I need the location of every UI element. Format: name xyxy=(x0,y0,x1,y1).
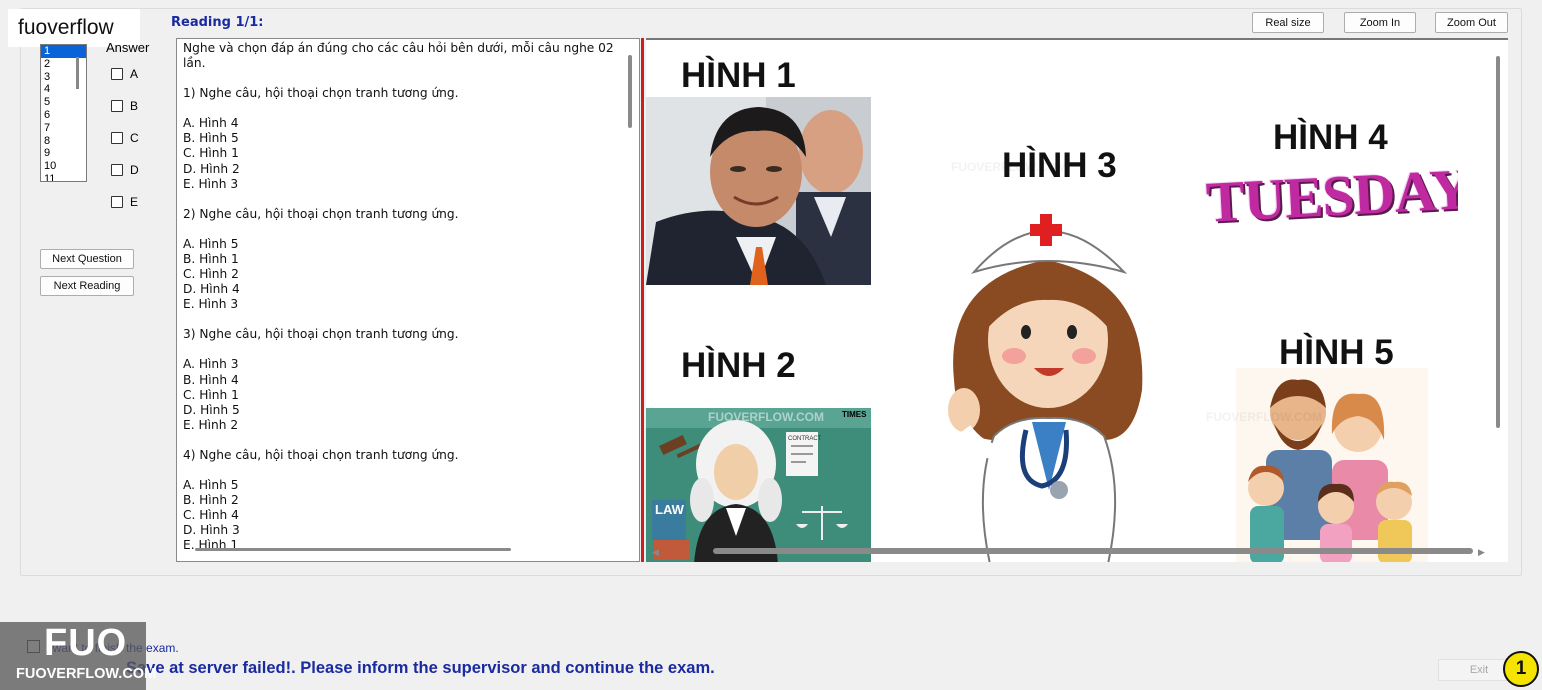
status-message: Save at server failed!. Please inform th… xyxy=(126,659,715,677)
question-list-item[interactable]: 2 xyxy=(41,58,86,71)
question-listbox[interactable]: 1 2 3 4 5 6 7 8 9 10 11 xyxy=(40,44,87,182)
question-list-item[interactable]: 1 xyxy=(41,45,86,58)
question-option: C. Hình 4 xyxy=(183,508,239,523)
answer-option-d[interactable]: D xyxy=(111,163,139,177)
question-option: B. Hình 5 xyxy=(183,131,239,146)
answer-option-e[interactable]: E xyxy=(111,195,138,209)
times-logo-text: TIMES xyxy=(842,410,867,419)
image-watermark: FUOVERFLOW.COM xyxy=(1206,410,1322,424)
picture-watermark: FUOVERFLOW.COM xyxy=(708,410,824,424)
question-option: C. Hình 1 xyxy=(183,146,239,161)
question-option: A. Hình 4 xyxy=(183,116,239,131)
question-option: E. Hình 3 xyxy=(183,176,239,191)
picture-label-1: HÌNH 1 xyxy=(681,56,796,95)
judge-illustration: LAW CONTRACT TIMES FUOVERFLOW.COM xyxy=(646,408,871,562)
answer-option-label: D xyxy=(130,163,139,177)
answer-option-label: E xyxy=(130,195,139,209)
question-option: C. Hình 1 xyxy=(183,387,239,402)
question-list-item[interactable]: 4 xyxy=(41,83,86,96)
answer-label: Answer xyxy=(106,40,150,55)
tuesday-text: TUESDAY xyxy=(1204,156,1458,232)
reading-question-block: 3) Nghe câu, hội thoại chọn tranh tương … xyxy=(183,327,627,433)
image-vertical-scrollbar[interactable] xyxy=(1496,56,1500,428)
question-text: 1) Nghe câu, hội thoại chọn tranh tương … xyxy=(183,86,459,101)
reading-intro: Nghe và chọn đáp án đúng cho các câu hỏi… xyxy=(183,41,614,71)
question-list-item[interactable]: 11 xyxy=(41,173,86,181)
logo-small-text: FUOVERFLOW.COM xyxy=(16,666,157,682)
question-text: 3) Nghe câu, hội thoại chọn tranh tương … xyxy=(183,327,459,342)
photo-businessmen xyxy=(646,97,871,285)
scroll-left-arrow-icon[interactable]: ◀ xyxy=(652,547,659,558)
picture-label-4: HÌNH 4 xyxy=(1273,118,1388,157)
family-illustration xyxy=(1236,368,1428,562)
question-option: E. Hình 3 xyxy=(183,297,239,312)
nurse-illustration xyxy=(934,190,1164,562)
question-image-panel[interactable]: HÌNH 1 HÌNH 2 HÌNH 3 HÌNH 4 HÌNH 5 LAW C… xyxy=(646,38,1508,562)
question-option: B. Hình 2 xyxy=(183,493,239,508)
reading-text-panel[interactable]: Nghe và chọn đáp án đúng cho các câu hỏi… xyxy=(176,38,640,562)
reading-question-block: 1) Nghe câu, hội thoại chọn tranh tương … xyxy=(183,86,627,192)
question-option: D. Hình 2 xyxy=(183,161,240,176)
zoom-out-button[interactable]: Zoom Out xyxy=(1435,12,1508,33)
picture-label-5: HÌNH 5 xyxy=(1279,333,1394,372)
image-horizontal-scrollbar[interactable] xyxy=(713,548,1473,554)
question-option: A. Hình 5 xyxy=(183,236,239,251)
question-list-item[interactable]: 7 xyxy=(41,122,86,135)
question-option: E. Hình 2 xyxy=(183,417,239,432)
answer-option-b[interactable]: B xyxy=(111,99,138,113)
question-list-item[interactable]: 8 xyxy=(41,135,86,148)
question-option: C. Hình 2 xyxy=(183,267,239,282)
image-watermark: FUOVERFLOW.COM xyxy=(951,160,1067,174)
question-text: 4) Nghe câu, hội thoại chọn tranh tương … xyxy=(183,447,459,462)
question-list-item[interactable]: 6 xyxy=(41,109,86,122)
answer-option-c[interactable]: C xyxy=(111,131,139,145)
question-option: D. Hình 4 xyxy=(183,282,240,297)
scroll-right-arrow-icon[interactable]: ▶ xyxy=(1478,547,1485,558)
question-list-item[interactable]: 9 xyxy=(41,147,86,160)
reading-vertical-scrollbar[interactable] xyxy=(628,55,632,128)
question-text: 2) Nghe câu, hội thoại chọn tranh tương … xyxy=(183,206,459,221)
question-option: A. Hình 3 xyxy=(183,357,239,372)
law-book-text: LAW xyxy=(655,502,684,517)
logo-big-text: FUO xyxy=(44,622,128,664)
answer-checkbox[interactable] xyxy=(111,132,123,144)
reading-title: Reading 1/1: xyxy=(171,15,264,30)
question-option: D. Hình 3 xyxy=(183,523,240,538)
answer-option-label: B xyxy=(130,99,139,113)
number-badge: 1 xyxy=(1503,651,1539,687)
zoom-in-button[interactable]: Zoom In xyxy=(1344,12,1416,33)
answer-checkbox[interactable] xyxy=(111,196,123,208)
reading-question-block: 2) Nghe câu, hội thoại chọn tranh tương … xyxy=(183,207,627,313)
answer-checkbox[interactable] xyxy=(111,100,123,112)
real-size-button[interactable]: Real size xyxy=(1252,12,1324,33)
reading-question-block: 4) Nghe câu, hội thoại chọn tranh tương … xyxy=(183,448,627,554)
question-option: B. Hình 4 xyxy=(183,372,239,387)
question-list-scrollbar[interactable] xyxy=(76,57,79,89)
question-option: A. Hình 5 xyxy=(183,477,239,492)
reading-horizontal-scrollbar[interactable] xyxy=(195,548,511,551)
question-list-item[interactable]: 10 xyxy=(41,160,86,173)
tuesday-illustration: TUESDAY xyxy=(1202,156,1458,232)
answer-checkbox[interactable] xyxy=(111,164,123,176)
answer-checkbox[interactable] xyxy=(111,68,123,80)
answer-option-a[interactable]: A xyxy=(111,67,138,81)
question-option: E. Hình 1 xyxy=(183,538,239,553)
question-option: D. Hình 5 xyxy=(183,402,240,417)
next-question-button[interactable]: Next Question xyxy=(40,249,134,269)
picture-label-2: HÌNH 2 xyxy=(681,346,796,385)
contract-text: CONTRACT xyxy=(788,436,822,442)
answer-option-label: A xyxy=(130,67,139,81)
answer-option-label: C xyxy=(130,131,139,145)
question-option: B. Hình 1 xyxy=(183,251,239,266)
panel-splitter[interactable] xyxy=(641,38,644,562)
question-list-item[interactable]: 5 xyxy=(41,96,86,109)
fuo-logo: FUO FUOVERFLOW.COM xyxy=(0,622,156,690)
reading-content: Nghe và chọn đáp án đúng cho các câu hỏi… xyxy=(183,41,627,561)
next-reading-button[interactable]: Next Reading xyxy=(40,276,134,296)
question-list-item[interactable]: 3 xyxy=(41,71,86,84)
